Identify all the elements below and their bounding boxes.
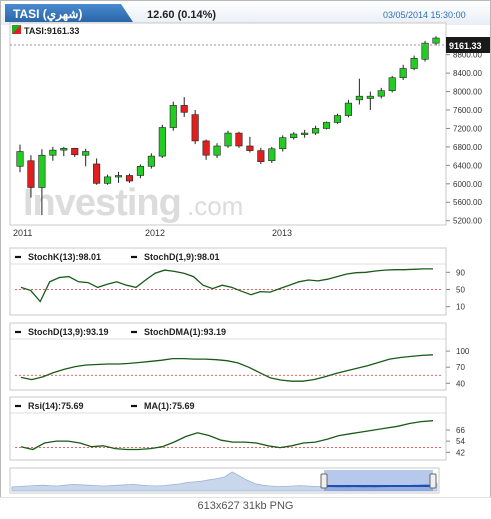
image-caption: 613x627 31kb PNG bbox=[0, 497, 491, 516]
y-tick-label: 8000.00 bbox=[453, 88, 482, 97]
candle bbox=[322, 121, 331, 130]
candle bbox=[191, 110, 199, 145]
y-tick-label: 50 bbox=[456, 286, 465, 295]
y-tick-label: 42 bbox=[456, 448, 465, 457]
candle bbox=[158, 124, 166, 158]
navigator-left-handle[interactable] bbox=[320, 473, 328, 489]
legend-label: StochDMA(1):93.19 bbox=[144, 327, 226, 337]
indicator-panel-1: StochK(13):98.01 StochD(1,9):98.01 90 50 10 bbox=[9, 247, 465, 316]
legend-label: StochD(13,9):93.19 bbox=[28, 327, 109, 337]
watermark-brand: Investing bbox=[23, 182, 181, 224]
indicator-panel-3: Rsi(14):75.69 MA(1):75.69 66 54 42 bbox=[9, 396, 465, 461]
y-tick-label: 10 bbox=[456, 303, 465, 312]
y-tick-label: 54 bbox=[456, 437, 465, 446]
chart-window: TASI (شهري) 12.60 (0.14%) 03/05/2014 15:… bbox=[0, 0, 491, 515]
price-change: 12.60 (0.14%) bbox=[147, 9, 216, 21]
y-tick-label: 90 bbox=[456, 268, 465, 277]
y-tick-label: 7600.00 bbox=[453, 106, 482, 115]
y-tick-label: 6800.00 bbox=[453, 143, 482, 152]
candle bbox=[235, 131, 243, 148]
datetime: 03/05/2014 15:30:00 bbox=[383, 10, 466, 20]
legend-label: StochD(1,9):98.01 bbox=[144, 252, 220, 262]
navigator-selection[interactable] bbox=[324, 470, 433, 491]
watermark-suffix: .com bbox=[187, 191, 243, 221]
navigator-right-handle[interactable] bbox=[429, 473, 437, 489]
y-tick-label: 7200.00 bbox=[453, 124, 482, 133]
x-tick-label: 2013 bbox=[272, 228, 292, 238]
y-tick-label: 6400.00 bbox=[453, 161, 482, 170]
indicator-panel-2: StochD(13,9):93.19 StochDMA(1):93.19 100 70… bbox=[9, 322, 470, 391]
y-tick-label: 40 bbox=[456, 379, 465, 388]
navigator[interactable] bbox=[9, 467, 440, 494]
chart-svg: TASI (شهري) 12.60 (0.14%) 03/05/2014 15:… bbox=[1, 1, 490, 494]
last-price-label: 9161.33 bbox=[449, 41, 482, 51]
x-tick-label: 2012 bbox=[145, 228, 165, 238]
legend-label: Rsi(14):75.69 bbox=[28, 401, 84, 411]
symbol-title: TASI (شهري) bbox=[13, 7, 82, 22]
x-tick-label: 2011 bbox=[13, 228, 32, 238]
price-panel: TASI:9161.33 8800.008400.008000.007600.0… bbox=[9, 22, 490, 238]
legend-label: MA(1):75.69 bbox=[144, 401, 195, 411]
price-legend: TASI:9161.33 bbox=[24, 26, 79, 36]
candle bbox=[224, 130, 232, 148]
y-tick-label: 5600.00 bbox=[453, 198, 482, 207]
candle bbox=[169, 101, 177, 131]
y-tick-label: 70 bbox=[456, 363, 465, 372]
legend-label: StochK(13):98.01 bbox=[28, 252, 101, 262]
candle bbox=[421, 40, 429, 62]
candle bbox=[388, 75, 396, 93]
candle bbox=[268, 146, 276, 164]
y-tick-label: 66 bbox=[456, 426, 465, 435]
y-tick-label: 8400.00 bbox=[453, 69, 482, 78]
y-tick-label: 6000.00 bbox=[453, 180, 482, 189]
y-tick-label: 100 bbox=[456, 347, 470, 356]
y-tick-label: 5200.00 bbox=[453, 217, 482, 226]
